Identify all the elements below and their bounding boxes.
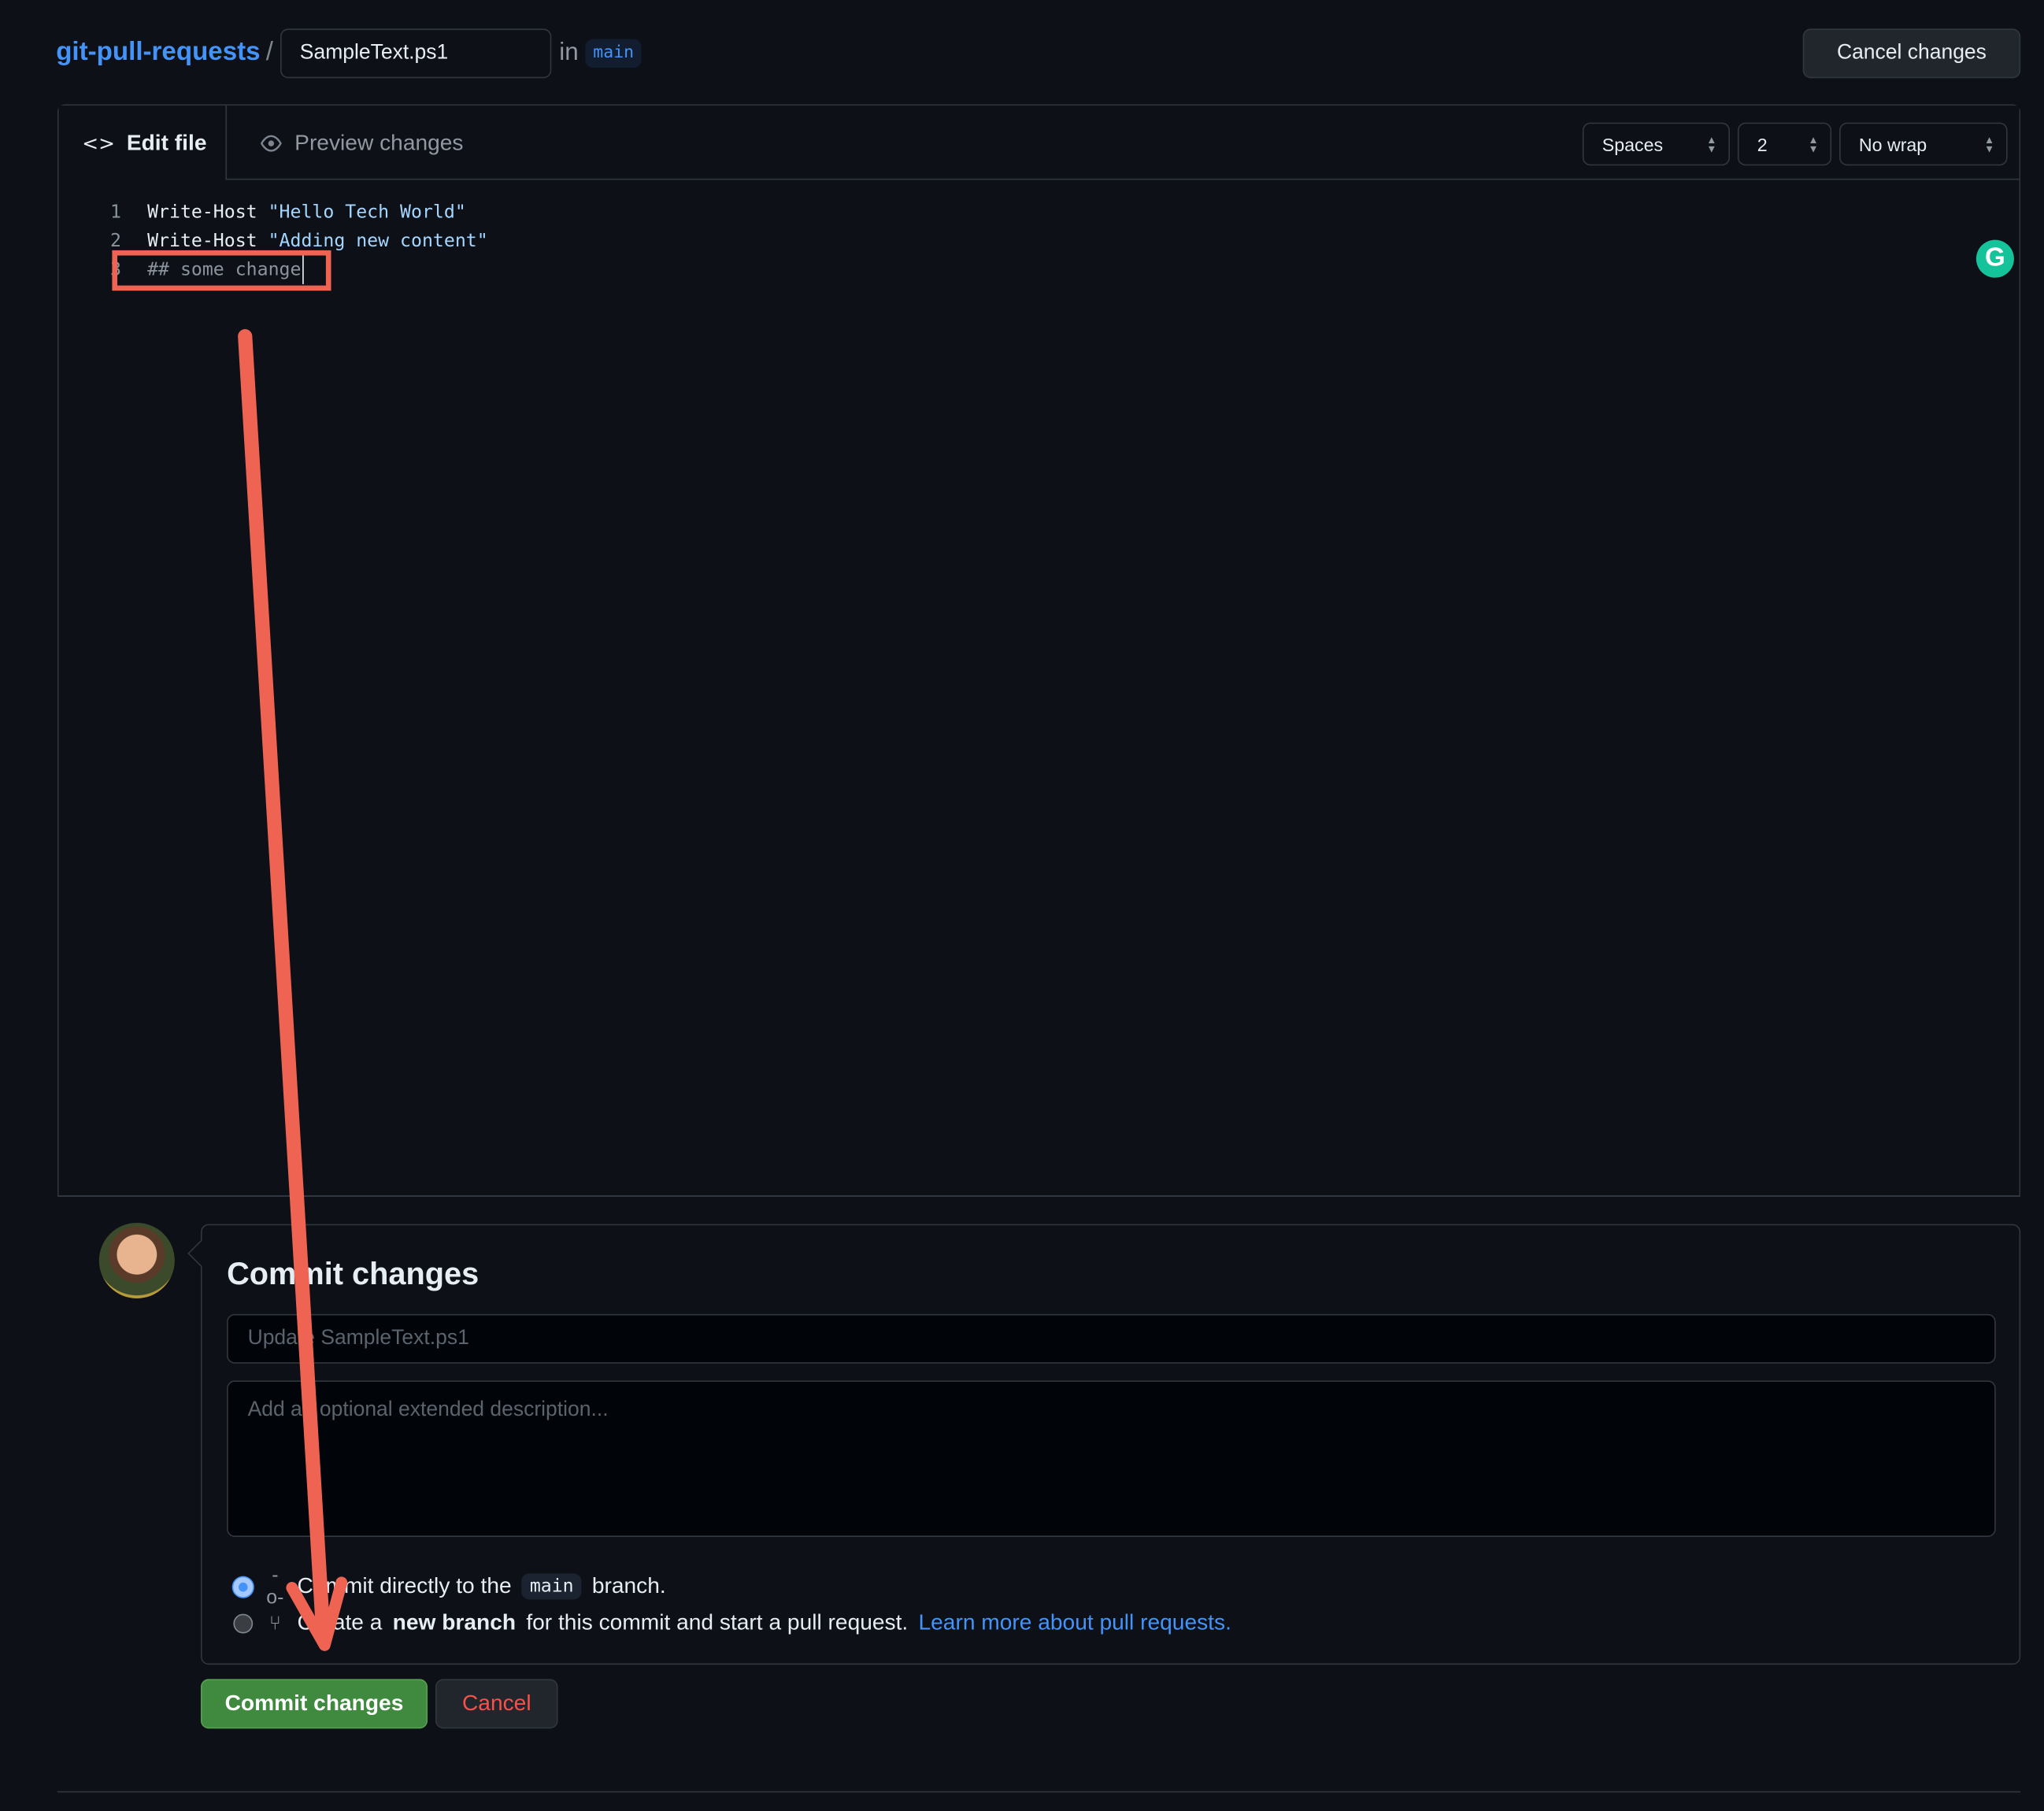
tab-label: Edit file [126, 129, 207, 155]
tab-edit-file[interactable]: <> Edit file [59, 106, 228, 180]
select-value: 2 [1757, 133, 1768, 155]
filename-input[interactable] [280, 28, 552, 79]
select-value: No wrap [1858, 133, 1927, 155]
commit-changes-button[interactable]: Commit changes [200, 1679, 428, 1729]
eye-icon [260, 134, 282, 151]
repo-link[interactable]: git-pull-requests [56, 38, 260, 68]
wrap-mode-select[interactable]: No wrap ▲ ▼ [1839, 122, 2008, 166]
commit-direct-option[interactable]: -o- Commit directly to the main branch. [233, 1564, 666, 1609]
code-string: "Adding new content" [268, 231, 488, 252]
code-editor: <> Edit file Preview changes Spaces ▲ ▼ 2 ▲… [57, 104, 2021, 1197]
avatar [98, 1222, 175, 1298]
code-command: Write-Host [147, 202, 268, 224]
editor-header: <> Edit file Preview changes Spaces ▲ ▼ 2 ▲… [58, 106, 2020, 180]
indent-size-select[interactable]: 2 ▲ ▼ [1737, 122, 1832, 166]
edit-file-page: git-pull-requests / in main Cancel chang… [0, 0, 2044, 1811]
select-value: Spaces [1602, 133, 1664, 155]
option-text: Commit directly to the [297, 1573, 512, 1598]
code-string: "Hello Tech World" [268, 202, 466, 224]
cancel-changes-button[interactable]: Cancel changes [1802, 28, 2021, 79]
code-icon: <> [82, 131, 115, 155]
grammarly-icon[interactable]: G [1975, 239, 2014, 278]
select-caret-icon: ▲ ▼ [1983, 134, 1995, 156]
indent-mode-select[interactable]: Spaces ▲ ▼ [1582, 122, 1730, 166]
commit-new-branch-option[interactable]: ⑂ Create a new branch for this commit an… [233, 1610, 1231, 1636]
divider [57, 1791, 2021, 1793]
option-text: for this commit and start a pull request… [526, 1609, 909, 1635]
git-pull-request-icon: ⑂ [268, 1612, 281, 1635]
option-text: branch. [591, 1573, 666, 1598]
select-caret-icon: ▲ ▼ [1706, 134, 1717, 156]
learn-more-link[interactable]: Learn more about pull requests. [918, 1610, 1231, 1636]
breadcrumb-separator: / [265, 38, 273, 67]
git-commit-icon: -o- [266, 1564, 284, 1609]
line-number: 1 [110, 202, 121, 224]
cancel-button[interactable]: Cancel [435, 1679, 558, 1729]
commit-description-textarea[interactable] [227, 1380, 1996, 1537]
commit-message-input[interactable] [227, 1313, 1996, 1364]
commit-title: Commit changes [227, 1256, 480, 1292]
radio-new-branch[interactable] [233, 1613, 254, 1633]
option-text: Create a [297, 1609, 383, 1635]
tab-preview-changes[interactable]: Preview changes [259, 106, 464, 180]
code-line[interactable]: Write-Host "Hello Tech World" [147, 198, 466, 227]
branch-badge: main [585, 39, 642, 69]
option-bold-text: new branch [392, 1609, 517, 1635]
radio-commit-direct[interactable] [233, 1576, 254, 1597]
code-command: Write-Host [147, 231, 268, 252]
commit-panel: Commit changes -o- Commit directly to th… [200, 1224, 2021, 1665]
in-label: in [559, 39, 579, 67]
branch-code: main [521, 1573, 582, 1600]
select-caret-icon: ▲ ▼ [1808, 134, 1819, 156]
annotation-highlight-box [112, 250, 331, 291]
tab-label: Preview changes [294, 129, 464, 155]
